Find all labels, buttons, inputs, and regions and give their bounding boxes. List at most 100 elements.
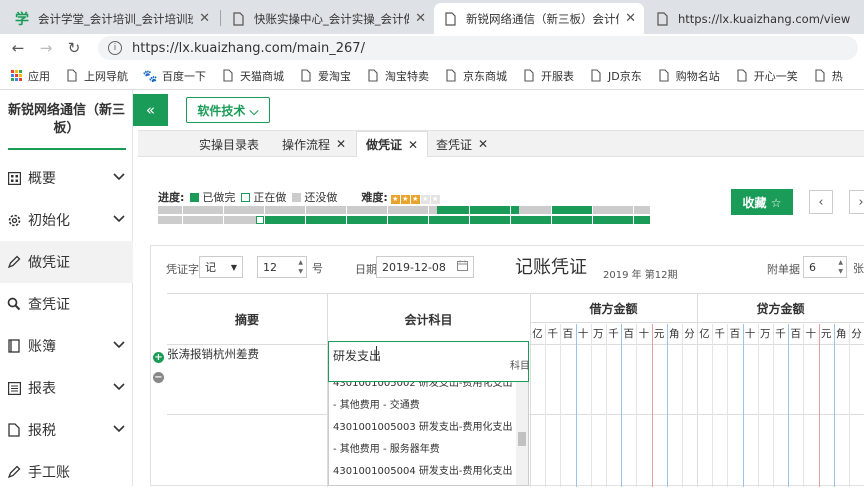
browser-tab-4[interactable]: https://lx.kuaizhang.com/view [646, 3, 864, 34]
progress-cell[interactable] [371, 216, 380, 224]
stepper-icon[interactable]: ▲ ▼ [298, 258, 303, 276]
progress-cell[interactable] [223, 216, 232, 224]
progress-cell[interactable] [174, 216, 183, 224]
progress-cell[interactable] [166, 206, 175, 214]
progress-cell[interactable] [412, 206, 421, 214]
progress-cell[interactable] [469, 206, 478, 214]
progress-cell[interactable] [199, 206, 207, 214]
info-icon[interactable]: i [108, 41, 122, 55]
sidebar-item-tax[interactable]: 报税 [0, 409, 133, 451]
progress-cell[interactable] [609, 216, 617, 224]
progress-cell[interactable] [330, 206, 339, 214]
progress-cell[interactable] [633, 206, 642, 214]
progress-cell[interactable] [272, 216, 281, 224]
bookmark-apps[interactable]: 应用 [10, 68, 50, 84]
favorite-button[interactable]: 收藏 ☆ [731, 189, 793, 215]
progress-cell[interactable] [158, 216, 166, 224]
dropdown-option[interactable]: - 其他费用 - 交通费 [333, 395, 513, 417]
module-select[interactable]: 软件技术 ⌵ [186, 97, 270, 123]
progress-cell[interactable] [551, 206, 560, 214]
bookmark-item[interactable]: 上网导航 [66, 68, 128, 84]
progress-cell[interactable] [281, 216, 289, 224]
next-button[interactable]: › [849, 190, 864, 214]
progress-cell[interactable] [559, 206, 568, 214]
progress-cell[interactable] [297, 216, 306, 224]
date-input[interactable]: 2019-12-08 [376, 256, 474, 278]
progress-cell[interactable] [354, 206, 363, 214]
progress-cell[interactable] [281, 206, 289, 214]
close-icon[interactable]: ✕ [625, 11, 636, 26]
progress-cell[interactable] [551, 216, 560, 224]
progress-cell[interactable] [518, 206, 527, 214]
progress-cell[interactable] [264, 216, 273, 224]
progress-cell[interactable] [625, 216, 634, 224]
progress-cell[interactable] [453, 216, 462, 224]
progress-cell[interactable] [199, 216, 207, 224]
progress-cell[interactable] [502, 216, 511, 224]
progress-cell[interactable] [445, 216, 453, 224]
progress-cell[interactable] [633, 216, 642, 224]
progress-cell[interactable] [363, 206, 371, 214]
bookmark-item[interactable]: 开心一笑 [736, 68, 798, 84]
collapse-sidebar-button[interactable]: « [133, 94, 168, 126]
dropdown-option[interactable]: - 其他费用 - 服务器年费 [333, 439, 513, 461]
progress-cell[interactable] [559, 216, 568, 224]
progress-cell[interactable] [215, 206, 224, 214]
progress-cell[interactable] [609, 206, 617, 214]
progress-cell[interactable] [338, 216, 347, 224]
progress-cell[interactable] [420, 206, 429, 214]
progress-cell[interactable] [272, 206, 281, 214]
scrollbar-thumb[interactable] [518, 432, 526, 446]
close-icon[interactable]: ✕ [336, 137, 346, 151]
progress-cell[interactable] [469, 216, 478, 224]
tab-process[interactable]: 操作流程 ✕ [276, 131, 352, 157]
progress-cell[interactable] [641, 216, 650, 224]
progress-cell[interactable] [461, 216, 470, 224]
progress-cell[interactable] [404, 206, 412, 214]
progress-cell[interactable] [576, 206, 585, 214]
progress-cell[interactable] [207, 206, 216, 214]
progress-cell[interactable] [240, 216, 248, 224]
bookmark-item[interactable]: 爱淘宝 [300, 68, 351, 84]
progress-cell[interactable] [166, 216, 175, 224]
progress-cell[interactable] [256, 216, 265, 224]
browser-tab-3[interactable]: 新锐网络通信（新三板）会计做账 ✕ [434, 3, 644, 34]
progress-cell[interactable] [231, 216, 240, 224]
forward-arrow-icon[interactable]: → [32, 39, 60, 57]
progress-cell[interactable] [543, 206, 552, 214]
progress-cell[interactable] [412, 216, 421, 224]
progress-cell[interactable] [420, 216, 429, 224]
sidebar-item-manual[interactable]: 手工账 [0, 451, 133, 493]
progress-cell[interactable] [445, 206, 453, 214]
bookmark-item[interactable]: 🐾 百度一下 [143, 68, 206, 84]
progress-cell[interactable] [174, 206, 183, 214]
progress-cell[interactable] [223, 206, 232, 214]
progress-cell[interactable] [568, 216, 576, 224]
progress-cell[interactable] [338, 206, 347, 214]
progress-cell[interactable] [527, 216, 535, 224]
progress-cell[interactable] [305, 206, 314, 214]
progress-cell[interactable] [297, 206, 306, 214]
progress-cell[interactable] [395, 216, 404, 224]
progress-cell[interactable] [486, 216, 494, 224]
progress-cell[interactable] [592, 216, 601, 224]
progress-cell[interactable] [395, 206, 404, 214]
sidebar-item-query-voucher[interactable]: 查凭证 [0, 283, 133, 325]
progress-cell[interactable] [625, 206, 634, 214]
sidebar-item-reports[interactable]: 报表 [0, 367, 133, 409]
progress-cell[interactable] [477, 206, 486, 214]
progress-cell[interactable] [207, 216, 216, 224]
address-bar[interactable]: i https://lx.kuaizhang.com/main_267/ [98, 36, 858, 60]
browser-tab-1[interactable]: 学 会计学堂_会计培训_会计培训班 ✕ [6, 3, 218, 34]
progress-cell[interactable] [404, 216, 412, 224]
dropdown-option[interactable]: 4301001005002 研发支出-费用化支出 [333, 382, 513, 395]
progress-cell[interactable] [617, 216, 626, 224]
bookmark-item[interactable]: 天猫商城 [222, 68, 284, 84]
bookmark-item[interactable]: 开服表 [523, 68, 574, 84]
progress-cell[interactable] [313, 206, 322, 214]
progress-cell[interactable] [190, 206, 199, 214]
progress-cell[interactable] [510, 216, 519, 224]
progress-cell[interactable] [248, 206, 257, 214]
progress-cell[interactable] [330, 216, 339, 224]
progress-cell[interactable] [428, 206, 437, 214]
